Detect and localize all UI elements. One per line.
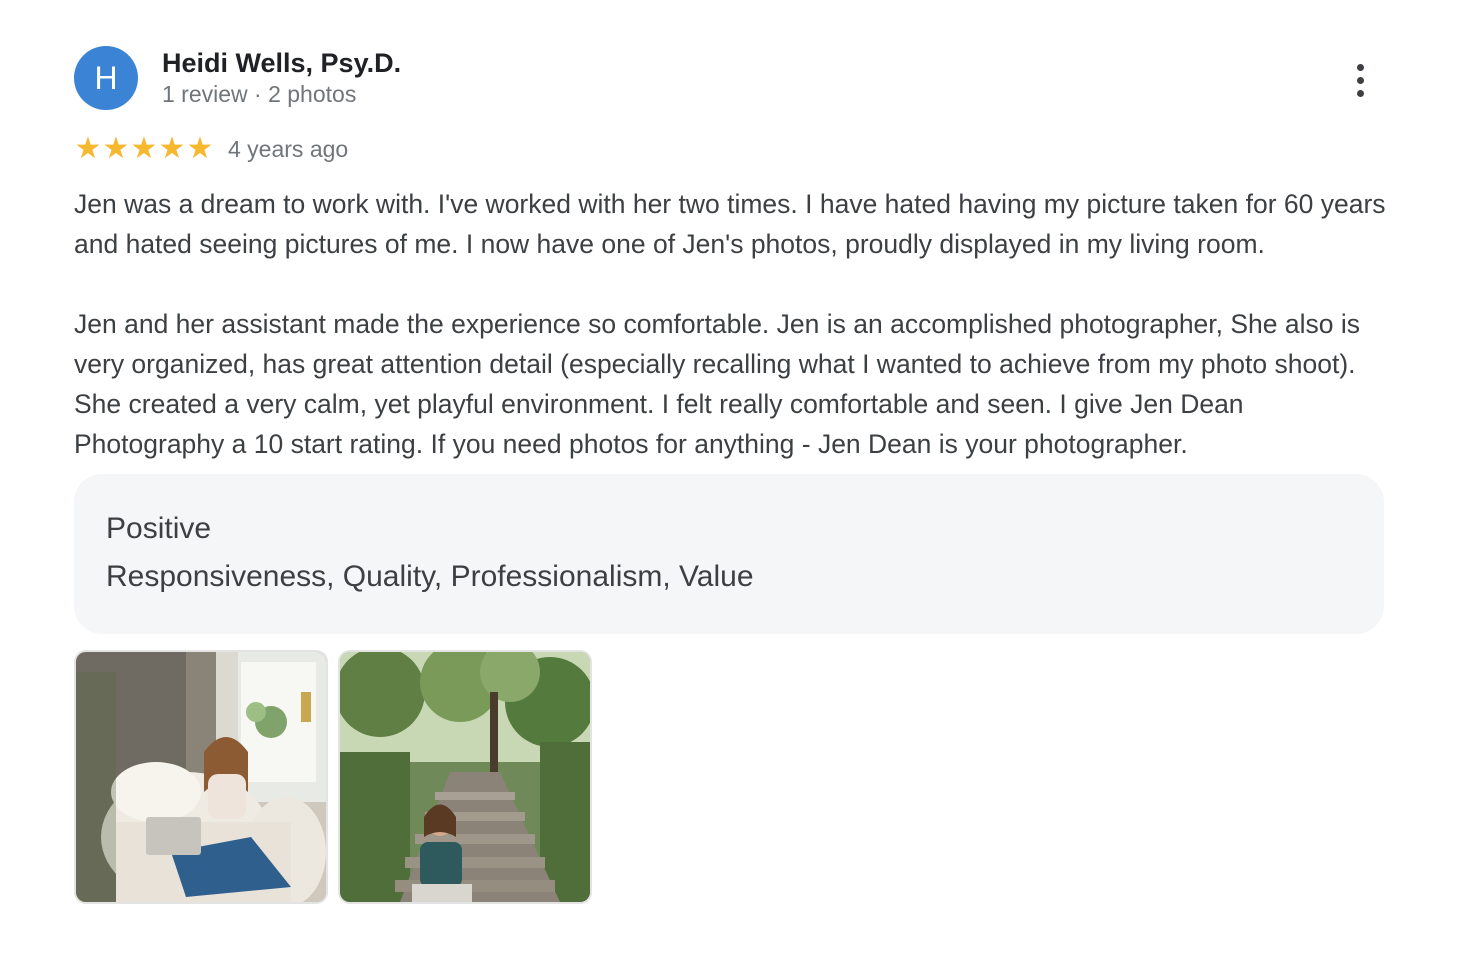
review-card: H Heidi Wells, Psy.D. 1 review · 2 photo… — [74, 46, 1386, 904]
star-icon: ★ — [102, 132, 130, 165]
review-paragraph: Jen was a dream to work with. I've worke… — [74, 189, 1386, 259]
review-time: 4 years ago — [228, 135, 349, 162]
menu-dot — [1356, 76, 1364, 84]
star-icon: ★ — [130, 132, 158, 165]
photo-thumbnail[interactable] — [74, 650, 328, 904]
photo-thumbnail[interactable] — [338, 650, 592, 904]
photo-woman-armchair-laptop — [76, 652, 326, 902]
review-paragraph: Jen and her assistant made the experienc… — [74, 309, 1361, 459]
more-vert-icon[interactable] — [1344, 58, 1376, 102]
review-text: Jen was a dream to work with. I've worke… — [74, 184, 1394, 464]
attributes-panel: Positive Responsiveness, Quality, Profes… — [74, 474, 1384, 634]
star-icon: ★ — [186, 132, 214, 165]
star-icon: ★ — [74, 132, 102, 165]
review-photos — [74, 650, 1384, 904]
review-header: H Heidi Wells, Psy.D. 1 review · 2 photo… — [74, 46, 1384, 112]
attributes-values: Responsiveness, Quality, Professionalism… — [106, 560, 754, 593]
star-icon: ★ — [158, 132, 186, 165]
attributes-label: Positive — [106, 512, 212, 545]
reviewer-meta: 1 review · 2 photos — [162, 81, 357, 107]
menu-dot — [1356, 63, 1364, 71]
rating-row: ★ ★ ★ ★ ★ 4 years ago — [74, 132, 1384, 166]
menu-dot — [1356, 89, 1364, 97]
photo-woman-stone-steps-forest — [340, 652, 590, 902]
reviewer-name[interactable]: Heidi Wells, Psy.D. — [162, 46, 401, 80]
avatar[interactable]: H — [74, 46, 138, 110]
star-rating: ★ ★ ★ ★ ★ — [74, 134, 214, 164]
